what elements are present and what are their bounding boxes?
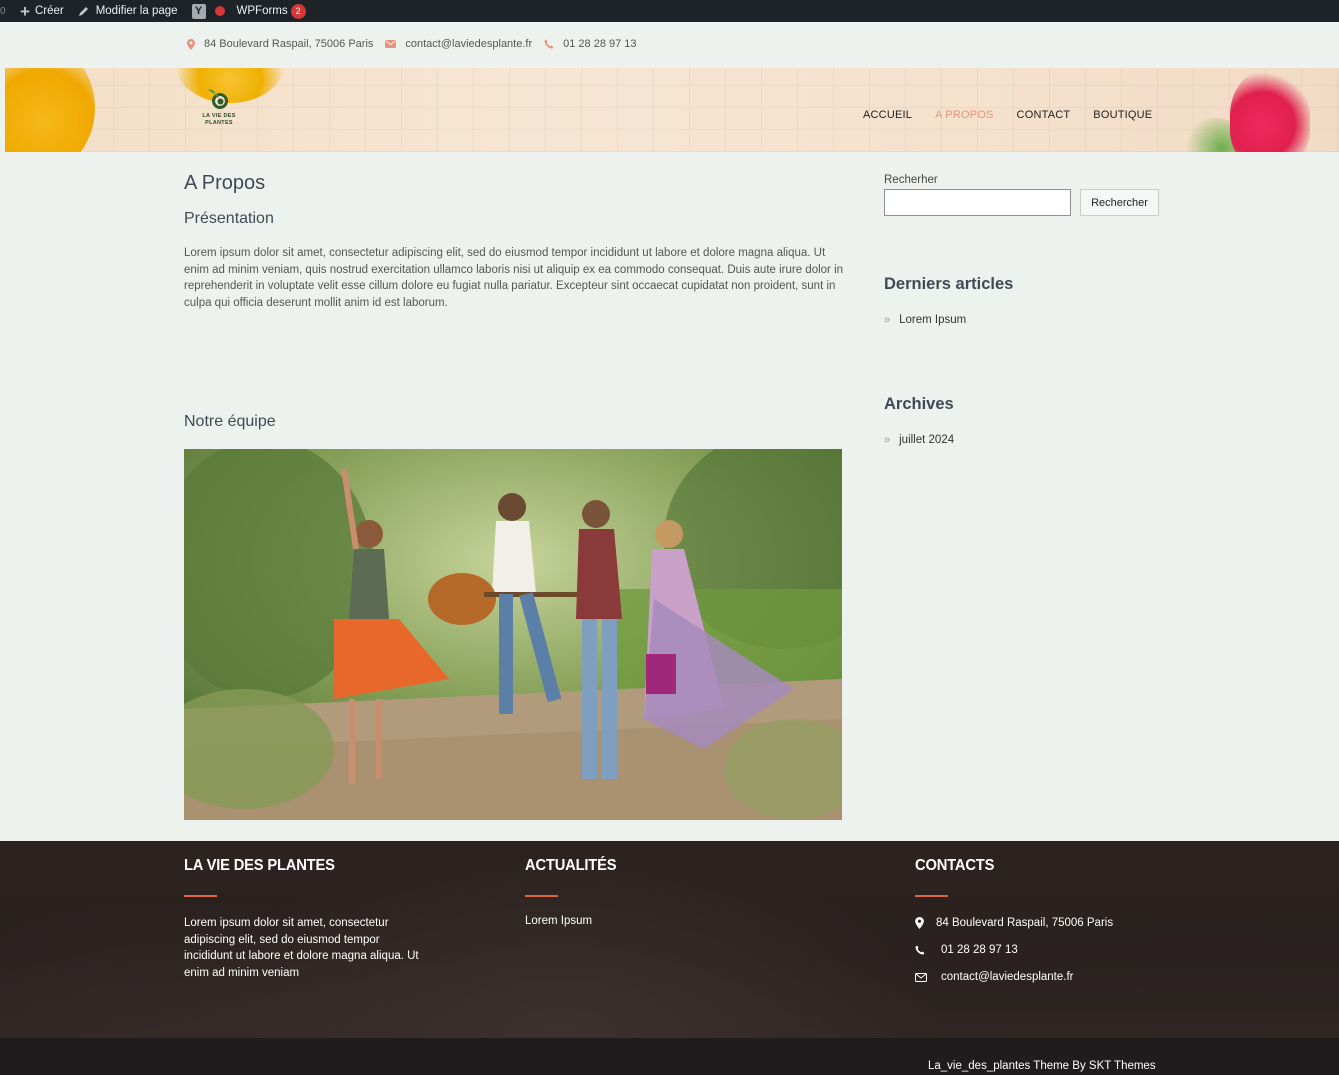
footer-news-title: ACTUALITÉS — [525, 857, 617, 874]
map-pin-icon — [915, 917, 936, 929]
footer-divider — [184, 895, 217, 897]
phone-icon — [544, 39, 554, 49]
wpforms-count-badge: 2 — [290, 3, 306, 19]
topbar-phone-text: 01 28 28 97 13 — [563, 38, 637, 50]
footer-contacts-title: CONTACTS — [915, 857, 995, 874]
presentation-text: Lorem ipsum dolor sit amet, consectetur … — [184, 247, 844, 310]
team-photo-illustration — [184, 449, 842, 820]
double-chevron-icon: » — [884, 314, 891, 326]
envelope-icon — [385, 40, 397, 48]
team-photo — [184, 449, 842, 820]
topbar-email[interactable]: contact@laviedesplante.fr — [385, 38, 532, 50]
yoast-label: Y — [194, 5, 203, 17]
page-title: A Propos — [184, 172, 266, 194]
search-form: Rechercher — [884, 189, 1164, 216]
presentation-heading: Présentation — [184, 210, 274, 227]
topbar-phone[interactable]: 01 28 28 97 13 — [544, 38, 637, 50]
footer-about-text: Lorem ipsum dolor sit amet, consectetur … — [184, 917, 419, 980]
archive-label: juillet 2024 — [899, 434, 955, 446]
logo-text-line1: LA VIE DES — [202, 113, 236, 119]
topbar-address: 84 Boulevard Raspail, 75006 Paris — [187, 38, 373, 50]
double-chevron-icon: » — [884, 434, 891, 446]
recent-post-item[interactable]: » Lorem Ipsum — [884, 314, 966, 326]
logo-text: LA VIE DES PLANTES — [193, 113, 245, 127]
team-heading: Notre équipe — [184, 413, 276, 430]
plus-icon: + — [20, 1, 30, 21]
copyright-text[interactable]: La_vie_des_plantes Theme By SKT Themes — [928, 1060, 1156, 1072]
search-label: Recherher — [884, 174, 938, 186]
footer-phone-text: 01 28 28 97 13 — [941, 944, 1018, 956]
footer-col-news: ACTUALITÉS Lorem Ipsum — [525, 857, 785, 927]
footer-divider — [525, 895, 558, 897]
admin-create-label: Créer — [34, 5, 64, 17]
top-contact-bar: 84 Boulevard Raspail, 75006 Paris contac… — [0, 22, 1339, 68]
header-decor-tulip — [1230, 70, 1310, 152]
nav-item-boutique[interactable]: BOUTIQUE — [1093, 109, 1152, 121]
admin-wpforms-label: WPForms — [236, 5, 288, 17]
wp-admin-bar: 0 + Créer Modifier la page Y WPForms 2 — [0, 0, 1339, 22]
footer-col-about: LA VIE DES PLANTES Lorem ipsum dolor sit… — [184, 857, 444, 982]
nav-item-a-propos[interactable]: A PROPOS — [935, 109, 993, 121]
topbar-email-text: contact@laviedesplante.fr — [405, 38, 533, 50]
archives-heading: Archives — [884, 395, 954, 413]
sprout-logo-icon — [208, 89, 228, 109]
search-input[interactable] — [884, 189, 1071, 216]
site-logo[interactable]: LA VIE DES PLANTES — [193, 86, 245, 132]
yoast-icon[interactable]: Y — [191, 3, 206, 19]
footer-address-text: 84 Boulevard Raspail, 75006 Paris — [936, 917, 1114, 929]
topbar-address-text: 84 Boulevard Raspail, 75006 Paris — [204, 38, 374, 50]
site-header: LA VIE DES PLANTES ACCUEIL A PROPOS CONT… — [5, 68, 1339, 152]
admin-create-button[interactable]: + Créer — [20, 0, 64, 22]
footer-email[interactable]: contact@laviedesplante.fr — [915, 969, 1215, 985]
map-pin-icon — [187, 38, 195, 50]
footer-about-title: LA VIE DES PLANTES — [184, 857, 335, 874]
footer-divider — [915, 895, 948, 897]
admin-wpforms-button[interactable]: WPForms 2 — [237, 0, 306, 22]
footer-email-text: contact@laviedesplante.fr — [941, 971, 1074, 983]
seo-status-dot — [214, 6, 225, 16]
recent-posts-heading: Derniers articles — [884, 275, 1014, 293]
main-content: A Propos Présentation Lorem ipsum dolor … — [184, 168, 844, 820]
footer-col-contacts: CONTACTS 84 Boulevard Raspail, 75006 Par… — [915, 857, 1215, 985]
phone-icon — [915, 945, 941, 955]
admin-edit-page-button[interactable]: Modifier la page — [78, 0, 178, 22]
admin-bar-edge: 0 — [0, 5, 6, 17]
nav-item-contact[interactable]: CONTACT — [1017, 109, 1071, 121]
archive-item[interactable]: » juillet 2024 — [884, 434, 954, 446]
nav-item-accueil[interactable]: ACCUEIL — [863, 109, 912, 121]
admin-edit-page-label: Modifier la page — [95, 5, 178, 17]
footer-address: 84 Boulevard Raspail, 75006 Paris — [915, 915, 1215, 931]
footer-news-link[interactable]: Lorem Ipsum — [525, 915, 785, 927]
sidebar: Recherher Rechercher Derniers articles »… — [884, 168, 1164, 446]
pencil-icon — [78, 7, 88, 16]
footer-phone[interactable]: 01 28 28 97 13 — [915, 942, 1215, 958]
recent-post-label: Lorem Ipsum — [899, 314, 967, 326]
search-button[interactable]: Rechercher — [1080, 189, 1159, 216]
logo-text-line2: PLANTES — [205, 120, 233, 126]
envelope-icon — [915, 972, 941, 982]
copyright-bar: La_vie_des_plantes Theme By SKT Themes — [0, 1038, 1339, 1075]
site-footer: LA VIE DES PLANTES Lorem ipsum dolor sit… — [0, 841, 1339, 1038]
header-decor-flower — [5, 68, 95, 152]
main-nav: ACCUEIL A PROPOS CONTACT BOUTIQUE — [863, 109, 1175, 121]
